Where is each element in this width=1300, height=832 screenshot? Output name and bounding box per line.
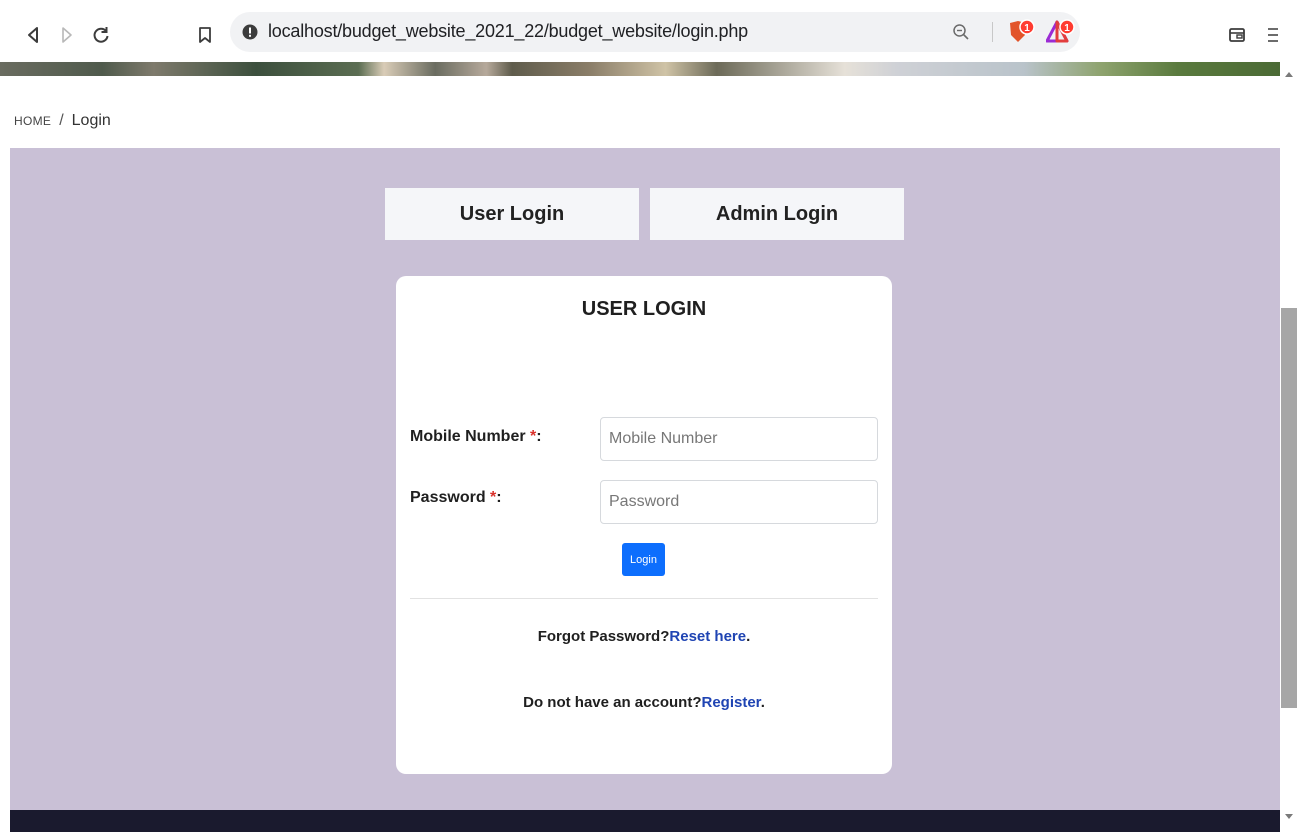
mobile-number-label-text: Mobile Number (410, 428, 531, 445)
page-footer (10, 810, 1280, 832)
forgot-password-line: Forgot Password?Reset here. (396, 628, 892, 645)
menu-icon[interactable] (1262, 24, 1284, 46)
wallet-icon[interactable] (1226, 24, 1248, 46)
admin-login-tab[interactable]: Admin Login (650, 188, 904, 240)
user-login-card: USER LOGIN Mobile Number *: Password *: … (396, 276, 892, 774)
brave-rewards-icon[interactable]: 1 (1045, 19, 1076, 50)
label-colon: : (496, 489, 502, 506)
breadcrumb: HOME / Login (14, 112, 111, 130)
mobile-number-label: Mobile Number *: (410, 428, 542, 446)
brave-rewards-badge: 1 (1064, 23, 1070, 34)
sentence-period: . (746, 628, 751, 645)
scroll-up-arrow-icon[interactable] (1285, 72, 1293, 77)
login-section: User Login Admin Login USER LOGIN Mobile… (10, 148, 1280, 810)
password-label-text: Password (410, 489, 491, 506)
header-banner-image (0, 62, 1280, 76)
reload-icon[interactable] (90, 24, 112, 46)
scroll-down-arrow-icon[interactable] (1285, 814, 1293, 819)
brave-shields-badge: 1 (1024, 23, 1030, 34)
label-colon: : (536, 428, 542, 445)
breadcrumb-separator: / (59, 112, 64, 129)
register-line: Do not have an account?Register. (396, 694, 892, 711)
card-title: USER LOGIN (581, 298, 707, 320)
forgot-password-text: Forgot Password? (537, 628, 670, 645)
browser-toolbar: localhost/budget_website_2021_22/budget_… (0, 0, 1300, 62)
card-divider (410, 598, 878, 599)
vertical-scrollbar[interactable] (1280, 62, 1300, 832)
site-info-icon[interactable] (242, 24, 258, 45)
back-icon[interactable] (22, 24, 44, 46)
forward-icon[interactable] (56, 24, 78, 46)
brave-shields-icon[interactable]: 1 (1007, 19, 1037, 50)
address-bar[interactable]: localhost/budget_website_2021_22/budget_… (230, 12, 1080, 52)
login-button[interactable]: Login (622, 543, 665, 576)
sentence-period: . (760, 694, 765, 711)
password-label: Password *: (410, 489, 502, 507)
zoom-icon[interactable] (952, 23, 970, 46)
mobile-number-input[interactable] (600, 417, 878, 461)
breadcrumb-current: Login (71, 112, 111, 129)
no-account-text: Do not have an account? (523, 694, 702, 711)
reset-password-link[interactable]: Reset here (669, 628, 746, 645)
scrollbar-thumb[interactable] (1281, 308, 1297, 708)
bookmark-icon[interactable] (194, 24, 216, 46)
breadcrumb-home-link[interactable]: HOME (14, 114, 51, 128)
register-link[interactable]: Register (701, 694, 760, 711)
address-bar-divider (992, 22, 993, 42)
user-login-tab[interactable]: User Login (385, 188, 639, 240)
password-input[interactable] (600, 480, 878, 524)
url-text[interactable]: localhost/budget_website_2021_22/budget_… (268, 21, 748, 42)
